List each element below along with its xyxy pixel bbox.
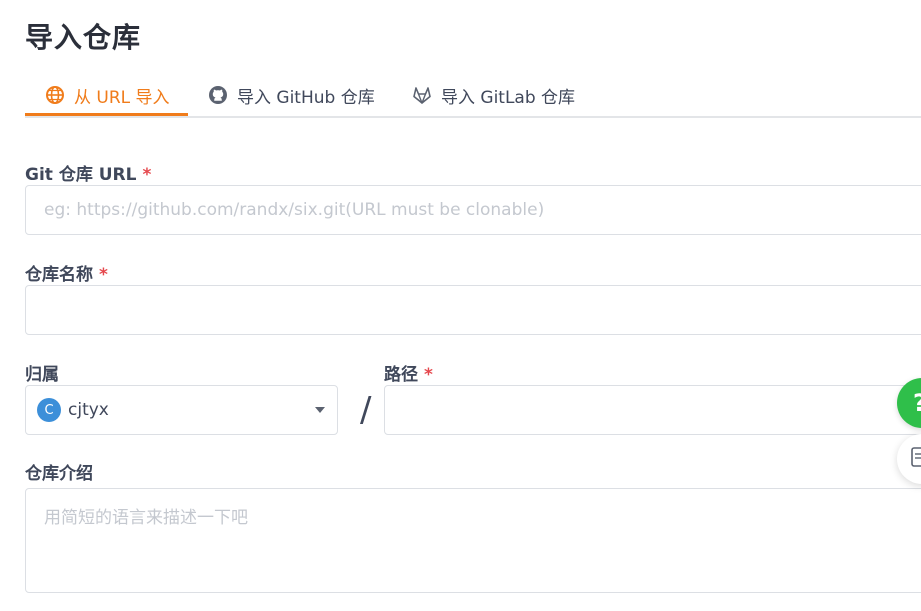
description-label: 仓库介绍 [25,459,93,484]
tab-gitlab[interactable]: 导入 GitLab 仓库 [412,76,575,114]
owner-selected-value: cjtyx [68,400,109,420]
required-mark: * [424,365,433,385]
import-repo-page: 导入仓库 从 URL 导入 导入 GitHub 仓库 导入 GitLab 仓库 … [0,0,921,611]
help-icon: ? [913,389,921,417]
path-input[interactable] [384,385,921,435]
owner-select[interactable]: C cjtyx [25,385,338,435]
tab-from-url[interactable]: 从 URL 导入 [25,76,208,114]
avatar: C [37,398,61,422]
repo-name-label: 仓库名称 * [25,260,108,285]
path-label: 路径 * [384,360,433,385]
owner-label: 归属 [25,360,59,385]
document-icon [911,447,921,471]
owner-label-text: 归属 [25,365,59,385]
import-tabs: 从 URL 导入 导入 GitHub 仓库 导入 GitLab 仓库 [25,76,921,118]
git-url-label-text: Git 仓库 URL [25,165,137,185]
chevron-down-icon [315,407,325,413]
tab-gitlab-label: 导入 GitLab 仓库 [441,87,576,108]
active-tab-indicator [25,113,188,116]
description-label-text: 仓库介绍 [25,464,93,484]
required-mark: * [99,265,108,285]
git-url-input[interactable] [25,185,921,235]
gitlab-icon [412,85,432,105]
repo-name-input[interactable] [25,285,921,335]
page-title: 导入仓库 [25,21,142,54]
feedback-button[interactable] [897,434,921,484]
required-mark: * [142,165,152,185]
tab-github-label: 导入 GitHub 仓库 [237,87,375,108]
tab-github[interactable]: 导入 GitHub 仓库 [208,76,375,114]
tab-from-url-label: 从 URL 导入 [74,87,170,108]
git-url-label: Git 仓库 URL * [25,160,151,185]
globe-icon [45,85,65,105]
github-icon [208,85,228,105]
path-separator: / [360,390,372,430]
description-textarea[interactable] [25,488,921,593]
repo-name-label-text: 仓库名称 [25,265,93,285]
path-label-text: 路径 [384,365,418,385]
